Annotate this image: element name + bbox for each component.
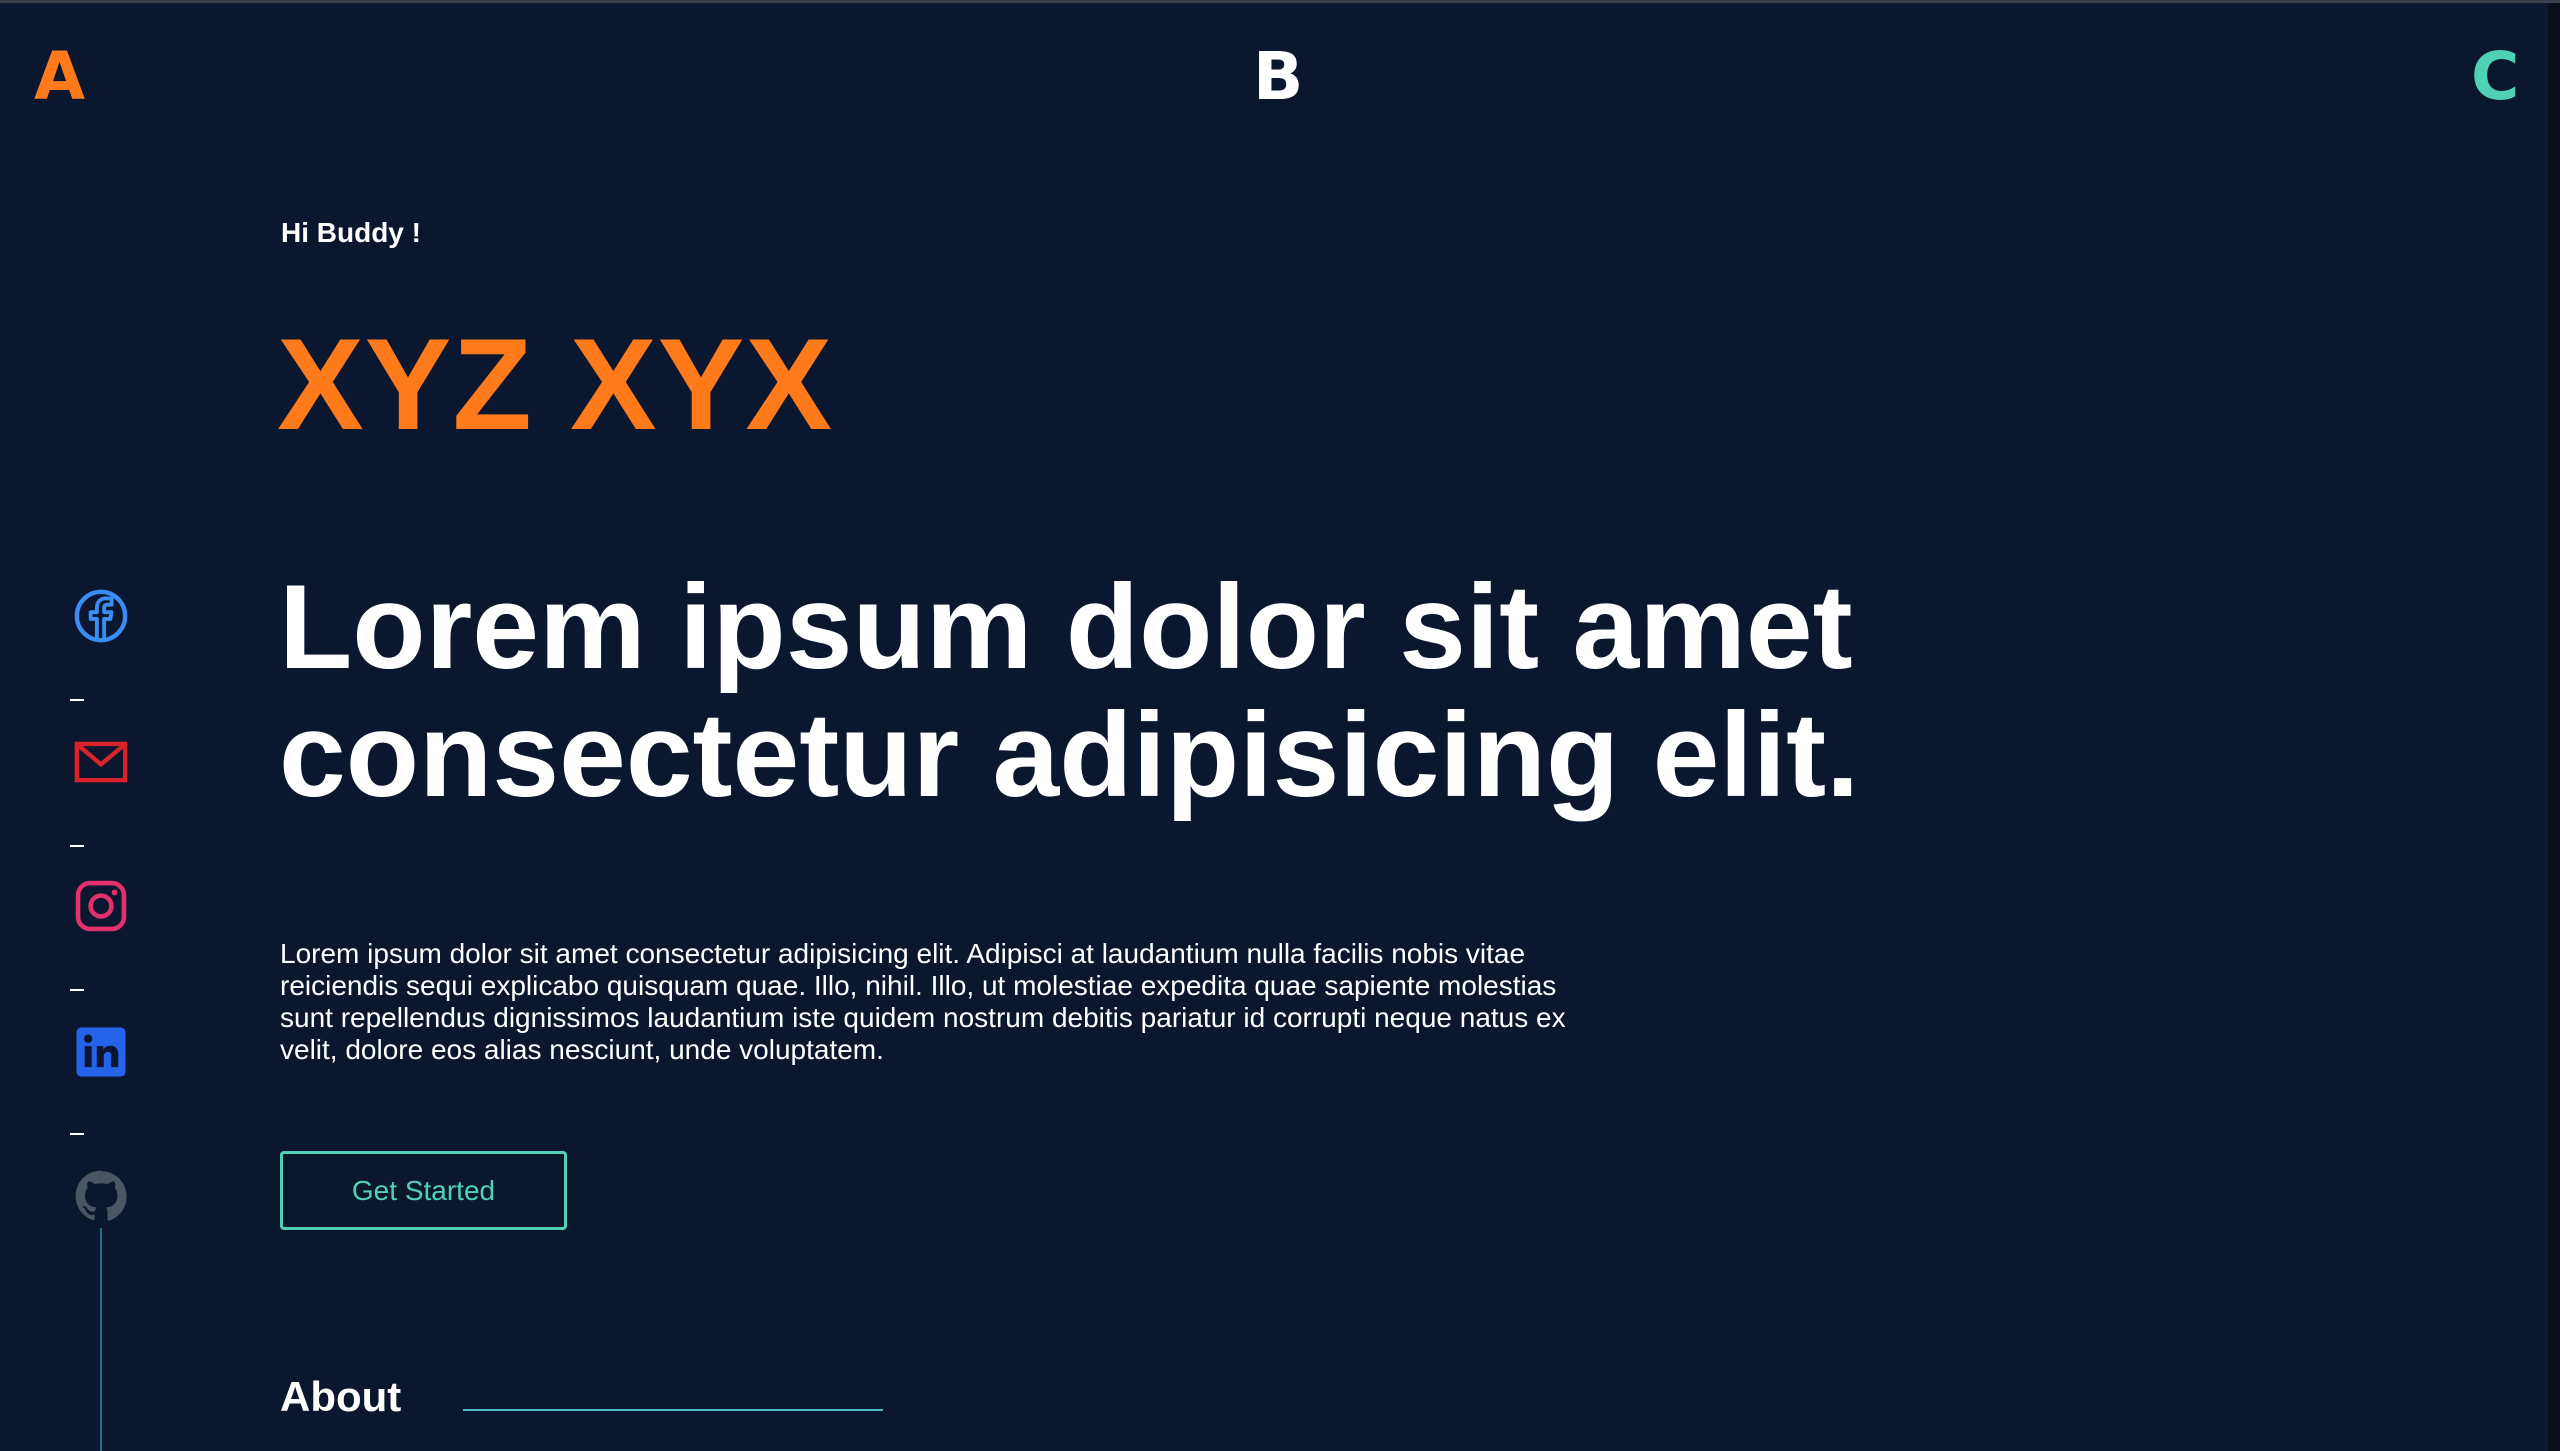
headline-line-2: consectetur adipisicing elit. [279, 688, 1860, 822]
headline-line-1: Lorem ipsum dolor sit amet [279, 560, 1853, 694]
about-heading: About [280, 1373, 402, 1420]
separator [70, 989, 84, 991]
linkedin-link[interactable] [68, 1019, 134, 1085]
hero-description: Lorem ipsum dolor sit amet consectetur a… [280, 938, 1600, 1066]
page: A B C Hi Buddy ! XYZ XYX Lorem ipsum dol… [0, 0, 2560, 1451]
description-line-1: Lorem ipsum dolor sit amet consectetur a… [280, 938, 1526, 969]
separator [70, 699, 84, 701]
logo-c[interactable]: C [2471, 37, 2519, 117]
description-line-4: velit, dolore eos alias nesciunt, unde v… [280, 1034, 884, 1065]
facebook-icon [74, 589, 128, 643]
github-icon [75, 1170, 127, 1221]
description-line-2: reiciendis sequi explicabo quisquam quae… [280, 970, 1557, 1001]
get-started-button[interactable]: Get Started [280, 1151, 567, 1230]
instagram-link[interactable] [68, 873, 134, 939]
separator [70, 1133, 84, 1135]
mail-link[interactable] [68, 729, 134, 795]
logo-b[interactable]: B [1253, 37, 1303, 117]
facebook-link[interactable] [68, 583, 134, 649]
mail-icon [74, 741, 128, 783]
github-link[interactable] [68, 1163, 134, 1229]
linkedin-icon [76, 1027, 126, 1077]
separator [70, 845, 84, 847]
hero-headline: Lorem ipsum dolor sit amet consectetur a… [279, 563, 1979, 819]
scrollbar[interactable] [2548, 3, 2560, 1451]
description-line-3: sunt repellendus dignissimos laudantium … [280, 1002, 1566, 1033]
about-divider [463, 1409, 883, 1411]
logo-a[interactable]: A [34, 37, 85, 117]
hero-name: XYZ XYX [277, 311, 834, 457]
social-vertical-line [100, 1228, 102, 1451]
instagram-icon [75, 880, 127, 932]
greeting-text: Hi Buddy ! [281, 217, 421, 248]
